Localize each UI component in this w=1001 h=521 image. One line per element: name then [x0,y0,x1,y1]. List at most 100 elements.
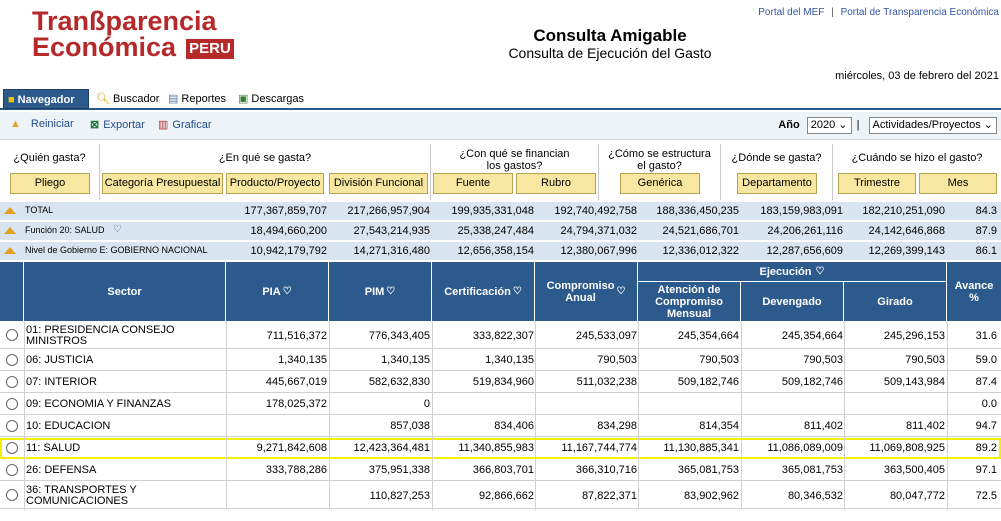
header-radio-col [0,262,24,322]
row-pia: 1,340,135 [278,354,327,366]
column-divider [24,322,25,510]
row-radio[interactable] [6,442,18,454]
link-portal-transparencia[interactable]: Portal de Transparencia Económica [841,7,999,18]
row-dev: 245,354,664 [781,330,843,342]
filter-group-financian: ¿Con qué se financian los gastos? Fuente… [431,144,599,200]
departamento-button[interactable]: Departamento [737,173,817,194]
tab-descargas-label: Descargas [251,93,304,105]
summary-row-nivel[interactable]: Nivel de Gobierno E: GOBIERNO NACIONAL 1… [0,242,1001,261]
column-divider [844,322,845,510]
table-row[interactable]: 01: PRESIDENCIA CONSEJO MINISTROS 711,51… [0,322,1001,349]
reiniciar-label: Reiniciar [30,118,74,130]
row-cert: 92,866,662 [478,490,534,502]
tab-navegador[interactable]: ■ Navegador [3,89,89,109]
pliego-button[interactable]: Pliego [10,173,90,194]
table-row-selected[interactable]: 11: SALUD 9,271,842,608 12,423,364,481 1… [0,438,1001,459]
row-radio[interactable] [6,398,18,410]
row-dev: 509,182,746 [781,376,843,388]
column-divider [432,322,433,510]
mes-button[interactable]: Mes [919,173,997,194]
row-gir: 80,047,772 [889,490,945,502]
row-pim: 375,951,338 [368,464,430,476]
info-bubble-icon[interactable]: ♡ [386,286,395,298]
rubro-button[interactable]: Rubro [516,173,596,194]
summary-pia: 177,367,859,707 [244,205,327,217]
row-radio[interactable] [6,376,18,388]
graficar-label: Graficar [172,119,212,131]
table-row[interactable]: 26: DEFENSA 333,788,286 375,951,338 366,… [0,460,1001,481]
filter-group-estructura: ¿Cómo se estructura el gasto? Genérica [599,144,721,200]
division-funcional-button[interactable]: División Funcional [329,173,428,194]
column-divider [638,322,639,510]
table-row[interactable]: 06: JUSTICIA 1,340,135 1,340,135 1,340,1… [0,350,1001,371]
exportar-button[interactable]: ⊠ Exportar [90,118,145,131]
logo[interactable]: Tranßparencia Económica PERU [10,6,240,62]
fuente-button[interactable]: Fuente [433,173,513,194]
tab-reportes[interactable]: ▤ Reportes [164,89,230,109]
summary-row-total[interactable]: TOTAL 177,367,859,707 217,266,957,904 19… [0,202,1001,221]
generica-button[interactable]: Genérica [620,173,700,194]
row-comp: 11,167,744,774 [561,442,637,454]
top-links: Portal del MEF | Portal de Transparencia… [758,7,999,18]
info-bubble-icon[interactable]: ♡ [513,286,522,298]
column-header-pia[interactable]: PIA ♡ [226,262,329,322]
logo-line2: Económica [32,32,177,62]
info-bubble-icon[interactable]: ♡ [816,266,825,278]
filter-question-que: ¿En qué se gasta? [218,152,312,164]
categoria-presupuestal-button[interactable]: Categoría Presupuestal [102,173,223,194]
table-row[interactable]: 10: EDUCACION 857,038 834,406 834,298 81… [0,416,1001,437]
type-select[interactable]: Actividades/Proyectos ⌄ [868,117,997,134]
row-gir: 509,143,984 [883,376,945,388]
excel-icon: ⊠ [90,119,100,131]
summary-aten: 24,521,686,701 [662,225,739,237]
summary-row-funcion[interactable]: Función 20: SALUD ♡ 18,494,660,200 27,54… [0,222,1001,241]
reset-arrow-icon: ▲ [10,118,21,130]
summary-comp: 192,740,492,758 [554,205,637,217]
filter-group-quien: ¿Quién gasta? Pliego [0,144,100,200]
summary-aten: 188,336,450,235 [656,205,739,217]
column-header-devengado[interactable]: Devengado [741,282,844,322]
row-comp: 834,298 [597,420,637,432]
info-bubble-icon[interactable]: ♡ [283,286,292,298]
table-row[interactable]: 36: TRANSPORTES Y COMUNICACIONES 110,827… [0,482,1001,509]
toolbar: ▲ Reiniciar ⊠ Exportar ▥ Graficar Año 2020 … [0,112,1001,140]
row-radio[interactable] [6,464,18,476]
row-av: 72.5 [975,490,997,502]
column-header-atencion[interactable]: Atención de Compromiso Mensual [638,282,741,322]
table-row[interactable]: 09: ECONOMIA Y FINANZAS 178,025,372 0 0.… [0,394,1001,415]
column-header-certificacion[interactable]: Certificación ♡ [432,262,535,322]
table-row[interactable]: 07: INTERIOR 445,667,019 582,632,830 519… [0,372,1001,393]
collapse-arrow-icon[interactable] [4,247,16,254]
tab-buscador[interactable]: 🔍︎ Buscador [92,89,163,109]
info-bubble-icon[interactable]: ♡ [113,224,122,235]
column-header-pim[interactable]: PIM ♡ [329,262,432,322]
column-header-girado[interactable]: Girado [844,282,947,322]
row-gir: 811,402 [906,420,945,432]
reiniciar-button[interactable]: ▲ Reiniciar [10,118,74,130]
collapse-arrow-icon[interactable] [4,207,16,214]
column-header-comp-label: Compromiso Anual [546,279,615,304]
magnifier-icon: 🔍︎ [96,93,110,105]
column-divider [947,322,948,510]
row-radio[interactable] [6,420,18,432]
summary-av: 86.1 [975,245,997,257]
column-header-sector[interactable]: Sector [24,262,226,322]
row-radio[interactable] [6,489,18,501]
year-select[interactable]: 2020 ⌄ [806,117,852,134]
column-header-avance[interactable]: Avance % [947,262,1001,322]
collapse-arrow-icon[interactable] [4,227,16,234]
trimestre-button[interactable]: Trimestre [838,173,916,194]
row-radio[interactable] [6,354,18,366]
producto-proyecto-button[interactable]: Producto/Proyecto [226,173,324,194]
row-cert: 11,340,855,983 [458,442,534,454]
summary-pim: 217,266,957,904 [347,205,430,217]
row-radio[interactable] [6,329,18,341]
info-bubble-icon[interactable]: ♡ [616,286,625,298]
row-dev: 811,402 [804,420,843,432]
row-comp: 245,533,097 [575,330,637,342]
row-pia: 178,025,372 [265,398,327,410]
link-portal-mef[interactable]: Portal del MEF [758,7,824,18]
column-header-compromiso[interactable]: Compromiso Anual ♡ [535,262,638,322]
graficar-button[interactable]: ▥ Graficar [158,118,212,131]
tab-descargas[interactable]: ▣ Descargas [234,89,308,109]
